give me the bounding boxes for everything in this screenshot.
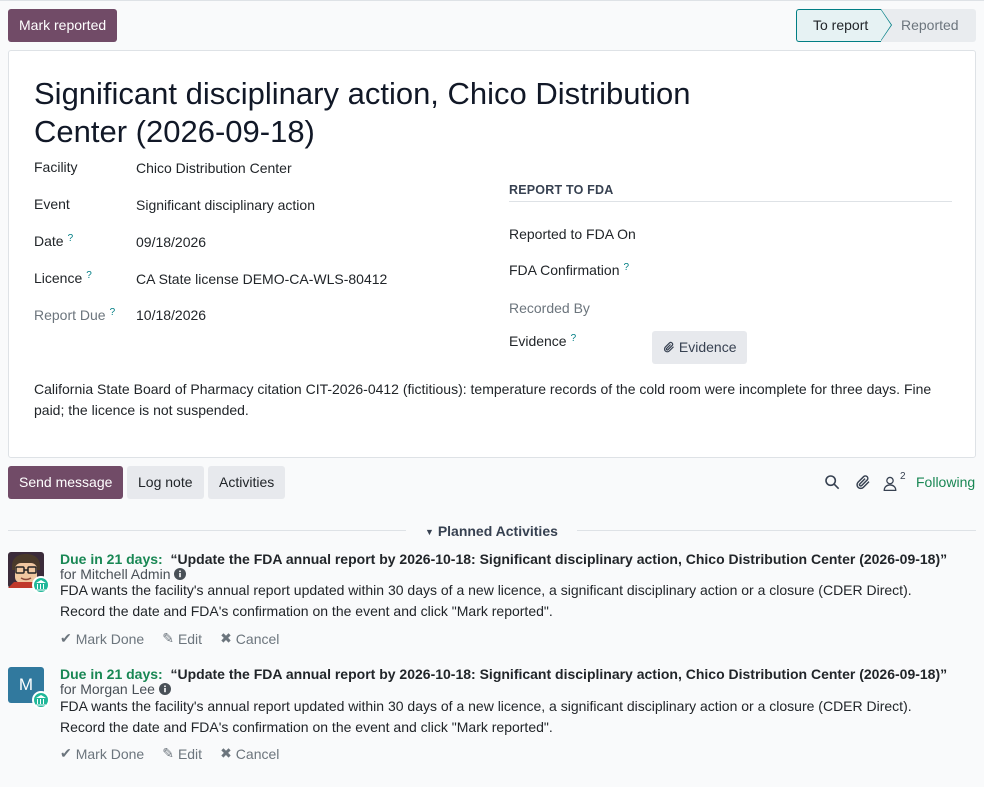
building-icon xyxy=(36,580,46,591)
activity-note: FDA wants the facility's annual report u… xyxy=(60,582,912,619)
licence-value[interactable]: CA State license DEMO-CA-WLS-80412 xyxy=(136,271,387,287)
activity-note: FDA wants the facility's annual report u… xyxy=(60,698,912,735)
record-title: Significant disciplinary action, Chico D… xyxy=(34,76,691,149)
licence-help-icon[interactable]: ? xyxy=(86,270,92,281)
activity-header: Due in 21 days: “Update the FDA annual r… xyxy=(60,667,960,697)
send-message-button[interactable]: Send message xyxy=(8,466,124,499)
check-icon: ✔ xyxy=(60,745,72,761)
cancel-button[interactable]: ✖ Cancel xyxy=(220,745,279,762)
pencil-icon: ✎ xyxy=(162,630,174,646)
cancel-button[interactable]: ✖ Cancel xyxy=(220,630,279,647)
pencil-icon: ✎ xyxy=(162,745,174,761)
evidence-upload-button[interactable]: Evidence xyxy=(652,331,748,364)
fda-confirmation-label: FDA Confirmation? xyxy=(509,262,630,278)
divider-left xyxy=(8,530,406,531)
facility-value[interactable]: Chico Distribution Center xyxy=(136,160,292,176)
description-text[interactable]: California State Board of Pharmacy citat… xyxy=(34,379,954,421)
activity-header: Due in 21 days: “Update the FDA annual r… xyxy=(60,552,960,582)
event-value[interactable]: Significant disciplinary action xyxy=(136,197,315,213)
report-due-value: 10/18/2026 xyxy=(136,307,207,323)
activity-type-badge xyxy=(32,691,50,709)
planned-activities-label: Planned Activities xyxy=(437,523,558,539)
log-note-button[interactable]: Log note xyxy=(127,466,204,499)
due-label: Due in 21 days: xyxy=(60,551,163,567)
close-icon: ✖ xyxy=(220,745,232,761)
mark-done-button[interactable]: ✔ Mark Done xyxy=(60,745,144,762)
check-icon: ✔ xyxy=(60,630,72,646)
assignee: for Morgan Lee xyxy=(60,681,155,697)
activity-type-badge xyxy=(32,576,50,594)
following-button[interactable]: Following xyxy=(916,474,975,490)
date-value[interactable]: 09/18/2026 xyxy=(136,234,206,250)
edit-button[interactable]: ✎ Edit xyxy=(162,745,202,762)
facility-label: Facility xyxy=(34,159,78,175)
info-icon[interactable] xyxy=(158,683,171,695)
date-label: Date? xyxy=(34,233,74,249)
activity-summary: “Update the FDA annual report by 2026-10… xyxy=(170,551,948,567)
evidence-label: Evidence? xyxy=(509,333,577,349)
avatar[interactable]: M xyxy=(8,667,50,709)
activity-summary: “Update the FDA annual report by 2026-10… xyxy=(170,666,948,682)
licence-label: Licence? xyxy=(34,270,92,286)
planned-activities-toggle[interactable]: ▼ Planned Activities xyxy=(425,523,558,539)
recorded-by-label: Recorded By xyxy=(509,300,590,316)
search-icon[interactable] xyxy=(824,474,840,490)
follower-count: 2 xyxy=(900,471,906,482)
evidence-help-icon[interactable]: ? xyxy=(571,333,577,344)
activity-actions: ✔ Mark Done ✎ Edit ✖ Cancel xyxy=(60,630,279,647)
mark-reported-button[interactable]: Mark reported xyxy=(8,9,118,42)
divider-right xyxy=(577,530,976,531)
reported-on-label: Reported to FDA On xyxy=(509,226,636,242)
paperclip-icon xyxy=(663,341,674,353)
date-help-icon[interactable]: ? xyxy=(68,233,74,244)
followers-icon[interactable] xyxy=(883,476,897,491)
activity-actions: ✔ Mark Done ✎ Edit ✖ Cancel xyxy=(60,745,279,762)
status-bar: To report Reported xyxy=(796,9,976,42)
form-sheet: Significant disciplinary action, Chico D… xyxy=(8,50,976,458)
building-icon xyxy=(36,695,46,706)
avatar[interactable] xyxy=(8,552,50,594)
confirmation-help-icon[interactable]: ? xyxy=(623,262,629,273)
close-icon: ✖ xyxy=(220,630,232,646)
edit-button[interactable]: ✎ Edit xyxy=(162,630,202,647)
top-border xyxy=(0,0,984,1)
report-due-help-icon[interactable]: ? xyxy=(110,307,116,318)
report-due-label: Report Due? xyxy=(34,307,116,323)
report-to-fda-section-title: REPORT TO FDA xyxy=(509,183,952,202)
due-label: Due in 21 days: xyxy=(60,666,163,682)
status-to-report[interactable]: To report xyxy=(796,9,892,42)
caret-down-icon: ▼ xyxy=(425,527,434,537)
status-reported[interactable]: Reported xyxy=(881,9,976,42)
event-label: Event xyxy=(34,196,70,212)
activities-button[interactable]: Activities xyxy=(208,466,286,499)
info-icon[interactable] xyxy=(174,568,187,580)
mark-done-button[interactable]: ✔ Mark Done xyxy=(60,630,144,647)
attachment-icon[interactable] xyxy=(855,474,871,490)
evidence-button-label: Evidence xyxy=(678,339,737,355)
